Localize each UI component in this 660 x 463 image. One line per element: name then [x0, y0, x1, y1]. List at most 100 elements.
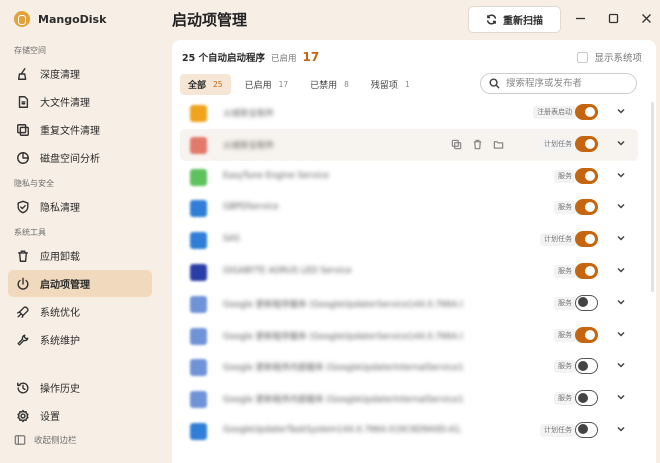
tab-disabled[interactable]: 已禁用 8	[302, 74, 357, 95]
copy-icon	[16, 123, 30, 137]
show-system-label: 显示系统项	[594, 53, 642, 64]
checkbox-box[interactable]	[577, 51, 589, 63]
startup-type-badge: 计划任务	[540, 423, 576, 437]
sidebar-item-label: 应用卸载	[40, 252, 80, 263]
startup-row[interactable]: EasyTune Engine Service 服务	[180, 161, 638, 193]
section-title-storage: 存储空间	[14, 46, 46, 55]
chevron-down-icon[interactable]	[616, 106, 628, 118]
app-icon	[190, 232, 207, 250]
tab-label: 已禁用	[310, 81, 338, 91]
tab-count: 25	[213, 80, 223, 89]
enable-toggle[interactable]	[575, 294, 598, 311]
startup-type-badge: 服务	[554, 328, 576, 342]
app-icon	[190, 200, 207, 218]
show-system-checkbox[interactable]: 显示系统项	[577, 50, 642, 64]
enable-toggle[interactable]	[575, 167, 598, 184]
tab-count: 17	[278, 80, 289, 89]
sidebar-item-deep-clean[interactable]: 深度清理	[8, 60, 152, 87]
filter-tabs: 全部 25 已启用 17 已禁用 8 残留项 1	[180, 74, 424, 95]
tab-label: 已启用	[244, 81, 272, 91]
enable-toggle[interactable]	[575, 262, 598, 279]
startup-row[interactable]: Google 更新程序服务 (GoogleUpdaterService144.0…	[180, 320, 638, 352]
sidebar-item-optimize[interactable]: 系统优化	[8, 298, 152, 325]
chevron-down-icon[interactable]	[616, 360, 628, 372]
minimize-button[interactable]	[573, 11, 587, 25]
chevron-down-icon[interactable]	[616, 138, 628, 150]
sidebar-item-privacy-clean[interactable]: 隐私清理	[8, 193, 152, 220]
startup-row[interactable]: Google 更新程序内部服务 (GoogleUpdaterInternalSe…	[180, 383, 638, 415]
tab-residual[interactable]: 残留项 1	[363, 74, 418, 95]
startup-row[interactable]: Google 更新程序内部服务 (GoogleUpdaterInternalSe…	[180, 351, 638, 383]
enable-toggle[interactable]	[575, 199, 598, 216]
enable-toggle[interactable]	[575, 358, 598, 375]
tab-label: 残留项	[370, 81, 398, 91]
startup-list: 火绒安全软件 注册表启动 火绒安全软件 计划任务 EasyTune Engine Ser…	[180, 97, 638, 447]
startup-row[interactable]: GoogleUpdaterTaskSystem144.0.7664.0{6C6D…	[180, 415, 638, 447]
search-input[interactable]	[506, 78, 631, 89]
search-box[interactable]	[480, 73, 637, 94]
enable-toggle[interactable]	[575, 104, 598, 120]
startup-row[interactable]: Google 更新程序服务 (GoogleUpdaterService144.0…	[180, 288, 638, 320]
sidebar-item-duplicate-files[interactable]: 重复文件清理	[8, 116, 152, 143]
sidebar-toggle-icon	[14, 435, 26, 445]
sidebar-item-disk-analysis[interactable]: 磁盘空间分析	[8, 144, 152, 171]
chevron-down-icon[interactable]	[616, 329, 628, 341]
program-name: Google 更新程序内部服务 (GoogleUpdaterInternalSe…	[223, 395, 463, 406]
chevron-down-icon[interactable]	[616, 424, 628, 436]
sidebar-item-history[interactable]: 操作历史	[8, 374, 152, 401]
chevron-down-icon[interactable]	[616, 297, 628, 309]
scrollbar[interactable]	[651, 102, 654, 292]
program-name: SAS	[223, 234, 240, 245]
chevron-down-icon[interactable]	[616, 233, 628, 245]
startup-type-badge: 注册表启动	[533, 106, 576, 119]
gear-icon	[16, 409, 30, 423]
wrench-icon	[16, 333, 30, 347]
enable-toggle[interactable]	[575, 135, 598, 152]
trash-icon[interactable]	[471, 138, 484, 151]
sidebar-item-large-files[interactable]: 大文件清理	[8, 88, 152, 115]
chevron-down-icon[interactable]	[616, 265, 628, 277]
tab-all[interactable]: 全部 25	[180, 74, 231, 95]
sidebar-item-settings[interactable]: 设置	[8, 402, 152, 429]
chevron-down-icon[interactable]	[616, 392, 628, 404]
close-button[interactable]	[639, 11, 653, 25]
enable-toggle[interactable]	[575, 326, 598, 343]
program-name: Google 更新程序服务 (GoogleUpdaterService144.0…	[223, 299, 463, 310]
file-icon	[16, 95, 30, 109]
sidebar-item-label: 重复文件清理	[40, 126, 100, 137]
startup-type-badge: 计划任务	[540, 233, 576, 247]
startup-row[interactable]: GIGABYTE AORUS LED Service 服务	[180, 256, 638, 288]
chevron-down-icon[interactable]	[616, 170, 628, 182]
sidebar-item-maintenance[interactable]: 系统维护	[8, 326, 152, 353]
enable-toggle[interactable]	[575, 390, 598, 407]
startup-row[interactable]: 火绒安全软件 注册表启动	[180, 97, 638, 129]
program-name: 火绒安全软件	[223, 140, 275, 151]
collapse-sidebar-button[interactable]: 收起侧边栏	[14, 434, 77, 446]
app-icon	[190, 327, 207, 345]
maximize-icon	[608, 13, 618, 23]
rescan-button[interactable]: 重新扫描	[468, 6, 561, 33]
sidebar: MangoDisk 存储空间 深度清理 大文件清理 重复文件清理 磁盘空间分析 …	[0, 0, 160, 463]
startup-row[interactable]: SAS 计划任务	[180, 224, 638, 256]
sidebar-item-label: 隐私清理	[40, 203, 80, 214]
copy-icon[interactable]	[450, 138, 463, 151]
folder-icon[interactable]	[492, 138, 505, 151]
tab-enabled[interactable]: 已启用 17	[237, 74, 297, 95]
startup-row[interactable]: 火绒安全软件 计划任务	[180, 128, 638, 161]
sidebar-item-label: 启动项管理	[40, 280, 90, 291]
enable-toggle[interactable]	[575, 421, 598, 438]
sidebar-item-startup[interactable]: 启动项管理	[8, 270, 152, 297]
sidebar-item-label: 磁盘空间分析	[40, 154, 100, 165]
startup-row[interactable]: GBPDService 服务	[180, 192, 638, 224]
maximize-button[interactable]	[606, 11, 620, 25]
sidebar-item-uninstall[interactable]: 应用卸载	[8, 242, 152, 269]
program-name: 火绒安全软件	[223, 109, 275, 119]
main-panel: 启动项管理 重新扫描 25 个自动启动程序 已启用 17 显示系统项 全部 25…	[160, 0, 660, 463]
chevron-down-icon[interactable]	[616, 201, 628, 213]
trash-icon	[16, 249, 30, 263]
enable-toggle[interactable]	[575, 231, 598, 248]
program-name: Google 更新程序服务 (GoogleUpdaterService144.0…	[223, 331, 463, 342]
refresh-icon	[486, 14, 497, 25]
app-icon	[190, 359, 207, 377]
page-title: 启动项管理	[172, 11, 248, 29]
